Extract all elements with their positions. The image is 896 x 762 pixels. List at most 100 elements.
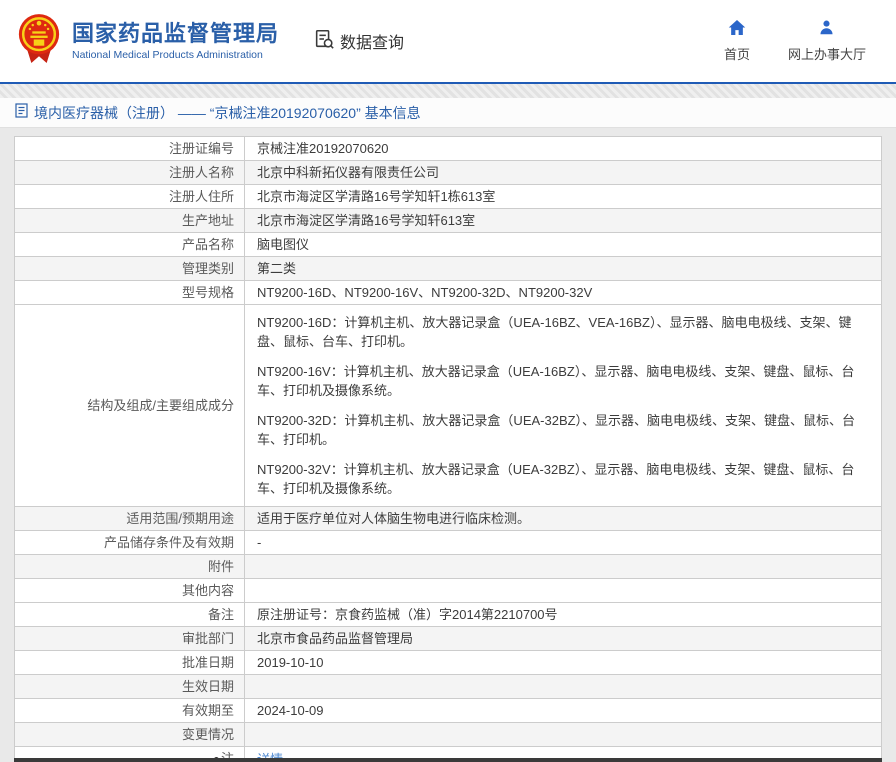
row-label: 批准日期 [15,651,245,675]
table-row: 附件 [15,555,882,579]
home-icon [728,19,746,41]
table-row: 适用范围/预期用途适用于医疗单位对人体脑生物电进行临床检测。 [15,507,882,531]
row-label-text: 有效期至 [182,703,234,718]
row-value-text: 北京市食品药品监督管理局 [257,631,413,646]
footer-top-bar [14,758,882,762]
row-value-text: 脑电图仪 [257,237,309,252]
composition-paragraph: NT9200-16D：计算机主机、放大器记录盒（UEA-16BZ、VEA-16B… [257,313,869,351]
row-label-text: 注册人名称 [169,165,234,180]
row-label-text: 批准日期 [182,655,234,670]
composition-paragraph: NT9200-16V：计算机主机、放大器记录盒（UEA-16BZ）、显示器、脑电… [257,362,869,400]
row-value-text: 2024-10-09 [257,703,324,718]
row-label: 变更情况 [15,723,245,747]
data-query-nav[interactable]: 数据查询 [313,28,404,55]
row-value: 脑电图仪 [245,233,882,257]
row-value-text: 北京市海淀区学清路16号学知轩1栋613室 [257,189,495,204]
table-row: 审批部门 北京市食品药品监督管理局 [15,627,882,651]
document-search-icon [313,28,335,55]
agency-name-cn: 国家药品监督管理局 [72,21,279,46]
row-value: 2024-10-09 [245,699,882,723]
row-value [245,555,882,579]
row-value: 适用于医疗单位对人体脑生物电进行临床检测。 [245,507,882,531]
row-label: 生产地址 [15,209,245,233]
row-value: NT9200-16D、NT9200-16V、NT9200-32D、NT9200-… [245,281,882,305]
main-content: 注册证编号京械注准20192070620注册人名称北京中科新拓仪器有限责任公司注… [0,128,896,762]
table-row: 其他内容 [15,579,882,603]
row-label-text: 生产地址 [182,213,234,228]
national-emblem-icon [16,13,62,70]
row-value: NT9200-16D：计算机主机、放大器记录盒（UEA-16BZ、VEA-16B… [245,305,882,507]
row-label: 注册人名称 [15,161,245,185]
row-value-text: NT9200-16D、NT9200-16V、NT9200-32D、NT9200-… [257,285,592,300]
row-label-text: 产品名称 [182,237,234,252]
divider-strip [0,84,896,98]
row-label-text: 备注 [208,607,234,622]
composition-paragraph: NT9200-32V：计算机主机、放大器记录盒（UEA-32BZ）、显示器、脑电… [257,460,869,498]
row-label-text: 生效日期 [182,679,234,694]
table-row: 变更情况 [15,723,882,747]
registration-info-table: 注册证编号京械注准20192070620注册人名称北京中科新拓仪器有限责任公司注… [14,136,882,762]
online-hall-link[interactable]: 网上办事大厅 [788,19,866,63]
row-value-text: 北京中科新拓仪器有限责任公司 [257,165,439,180]
row-label-text: 管理类别 [182,261,234,276]
home-link[interactable]: 首页 [724,19,750,63]
row-label: 附件 [15,555,245,579]
row-label-text: 注册证编号 [169,141,234,156]
row-value: - [245,531,882,555]
row-label-text: 型号规格 [182,285,234,300]
table-row: 管理类别 第二类 [15,257,882,281]
row-label: 备注 [15,603,245,627]
row-label-text: 审批部门 [182,631,234,646]
row-value [245,579,882,603]
agency-name-en: National Medical Products Administration [72,49,279,61]
table-row: 批准日期 2019-10-10 [15,651,882,675]
row-value: 原注册证号：京食药监械（准）字2014第2210700号 [245,603,882,627]
agency-logo[interactable]: 国家药品监督管理局 National Medical Products Admi… [16,13,279,70]
row-value [245,675,882,699]
row-label: 其他内容 [15,579,245,603]
row-label: 注册人住所 [15,185,245,209]
row-value-text: 北京市海淀区学清路16号学知轩613室 [257,213,475,228]
info-table-body: 注册证编号京械注准20192070620注册人名称北京中科新拓仪器有限责任公司注… [15,137,882,762]
row-label: 产品名称 [15,233,245,257]
table-row: 产品名称 脑电图仪 [15,233,882,257]
site-header: 国家药品监督管理局 National Medical Products Admi… [0,0,896,84]
table-row: 型号规格 NT9200-16D、NT9200-16V、NT9200-32D、NT9… [15,281,882,305]
row-value-text: 2019-10-10 [257,655,324,670]
composition-paragraph: NT9200-32D：计算机主机、放大器记录盒（UEA-32BZ）、显示器、脑电… [257,411,869,449]
breadcrumb-text: 境内医疗器械（注册） —— “京械注准20192070620” 基本信息 [34,103,421,123]
row-value-text: 适用于医疗单位对人体脑生物电进行临床检测。 [257,511,530,526]
row-label: 适用范围/预期用途 [15,507,245,531]
row-value: 京械注准20192070620 [245,137,882,161]
row-value: 北京市海淀区学清路16号学知轩1栋613室 [245,185,882,209]
agency-title-block: 国家药品监督管理局 National Medical Products Admi… [72,21,279,61]
table-row: 注册证编号京械注准20192070620 [15,137,882,161]
table-row: 备注 原注册证号：京食药监械（准）字2014第2210700号 [15,603,882,627]
breadcrumb: 境内医疗器械（注册） —— “京械注准20192070620” 基本信息 [0,98,896,128]
row-label: 型号规格 [15,281,245,305]
row-label: 管理类别 [15,257,245,281]
row-label: 注册证编号 [15,137,245,161]
home-label: 首页 [724,44,750,63]
row-value: 北京中科新拓仪器有限责任公司 [245,161,882,185]
table-row: 有效期至 2024-10-09 [15,699,882,723]
row-label-text: 附件 [208,559,234,574]
row-label: 产品储存条件及有效期 [15,531,245,555]
row-value-text: 原注册证号：京食药监械（准）字2014第2210700号 [257,607,558,622]
row-label-text: 变更情况 [182,727,234,742]
row-value-text: 第二类 [257,261,296,276]
row-value: 北京市海淀区学清路16号学知轩613室 [245,209,882,233]
row-value: 北京市食品药品监督管理局 [245,627,882,651]
table-row: 注册人名称 北京中科新拓仪器有限责任公司 [15,161,882,185]
data-query-label: 数据查询 [340,29,404,53]
row-label: 生效日期 [15,675,245,699]
row-label-text: 注册人住所 [169,189,234,204]
row-label-text: 其他内容 [182,583,234,598]
page: 国家药品监督管理局 National Medical Products Admi… [0,0,896,762]
top-nav: 首页 网上办事大厅 [724,19,866,63]
row-value: 第二类 [245,257,882,281]
row-label: 有效期至 [15,699,245,723]
table-row: 生产地址 北京市海淀区学清路16号学知轩613室 [15,209,882,233]
document-icon [15,103,28,123]
person-icon [818,19,835,41]
